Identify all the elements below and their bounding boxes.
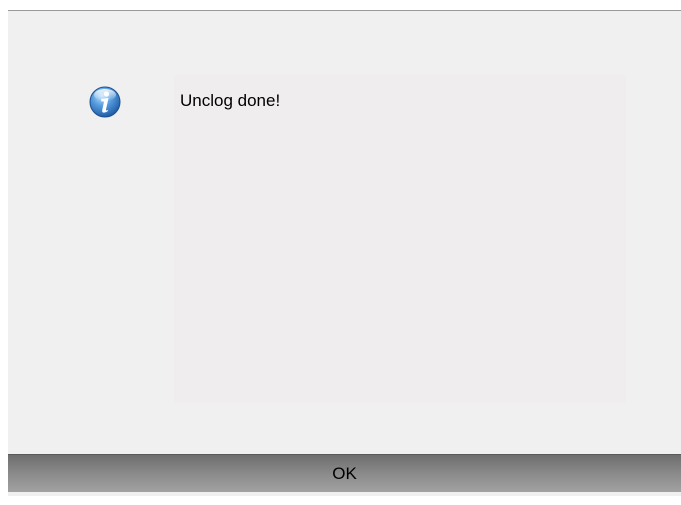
message-dialog: Unclog done! OK (8, 10, 681, 496)
message-text: Unclog done! (180, 91, 281, 110)
info-icon (89, 86, 121, 118)
message-panel (174, 75, 626, 403)
ok-button[interactable]: OK (8, 454, 681, 492)
